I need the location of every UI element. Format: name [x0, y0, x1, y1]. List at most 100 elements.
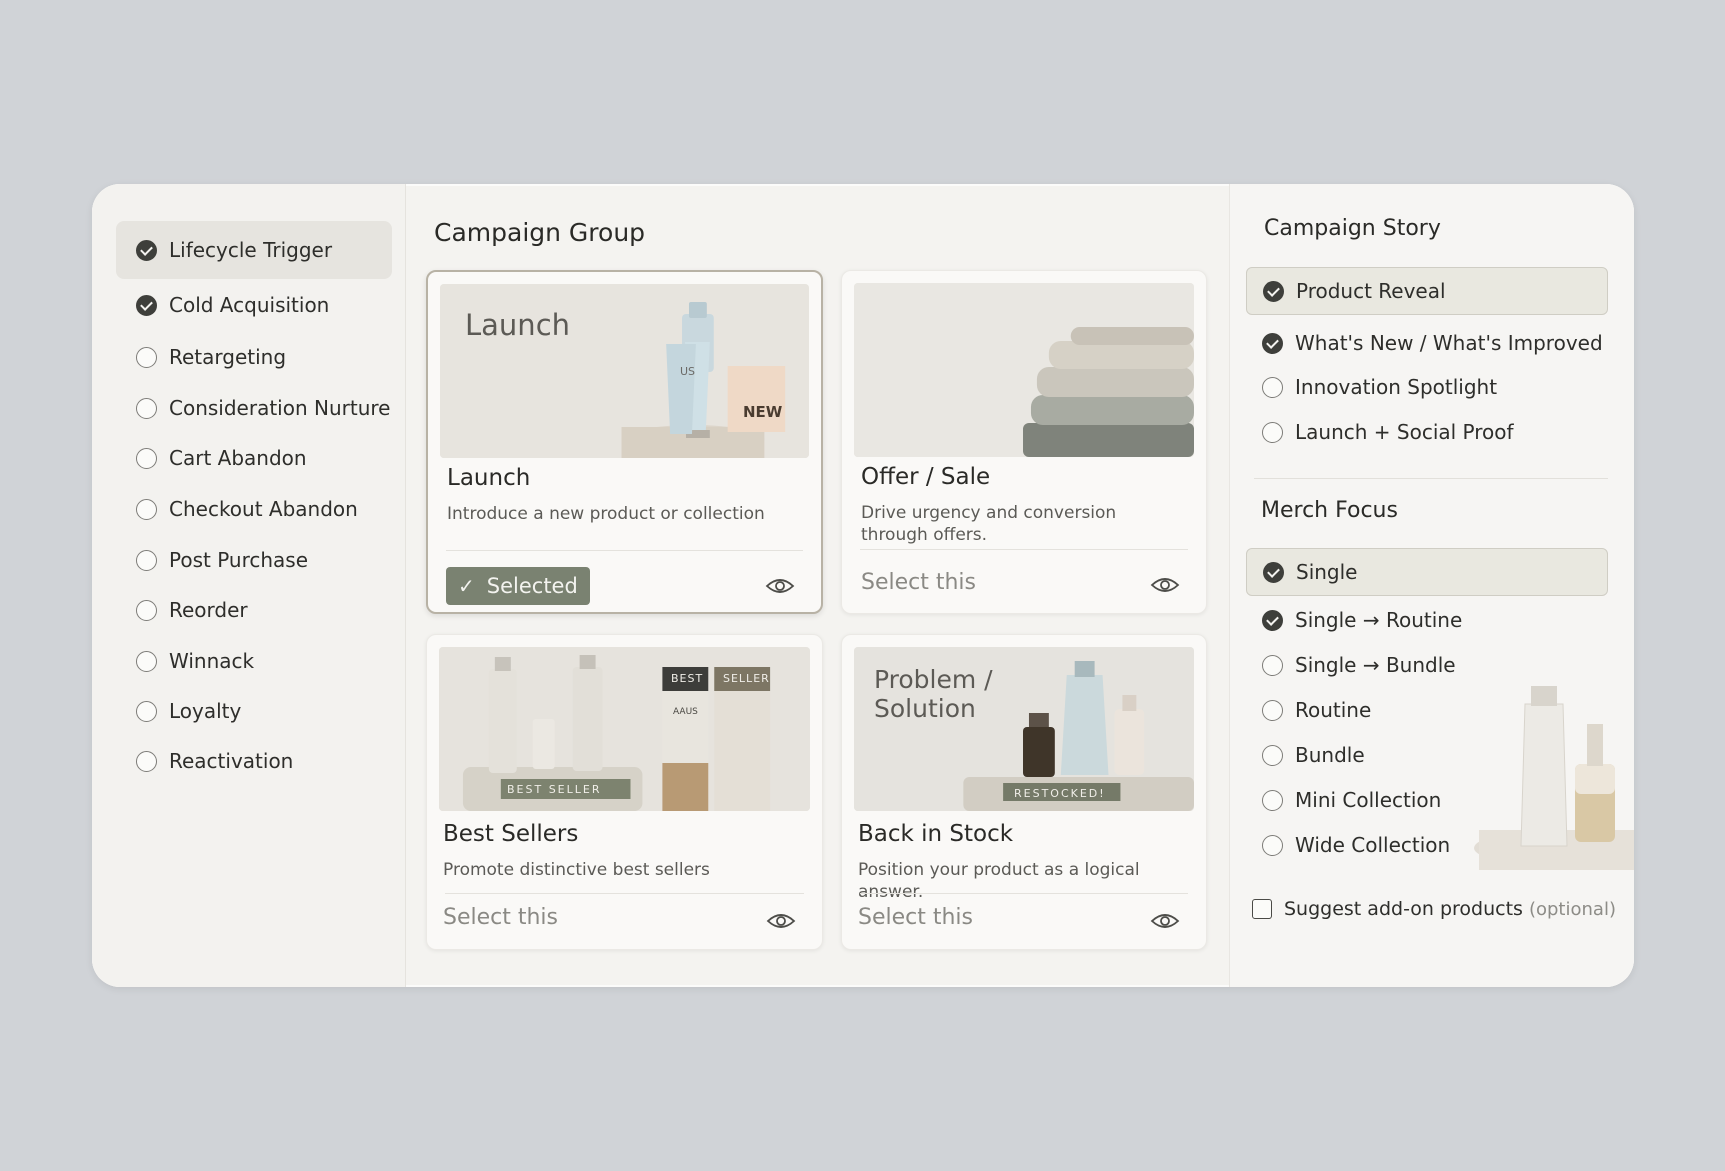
sidebar-item-label: Retargeting	[169, 345, 287, 369]
checkmark-icon: ✓	[458, 574, 475, 598]
selected-button[interactable]: ✓ Selected	[446, 567, 590, 605]
sidebar-item-consideration-nurture[interactable]: Consideration Nurture	[116, 383, 392, 433]
sidebar-item-checkout-abandon[interactable]: Checkout Abandon	[116, 484, 392, 534]
restocked-banner: RESTOCKED!	[1014, 787, 1106, 800]
sidebar-item-winnack[interactable]: Winnack	[116, 636, 392, 686]
selected-label: Selected	[486, 574, 578, 598]
merch-option-wide-collection[interactable]: Wide Collection	[1246, 823, 1608, 867]
story-option-innovation-spotlight[interactable]: Innovation Spotlight	[1246, 365, 1608, 409]
campaign-card-best-sellers[interactable]: BEST SELLER BEST SELLER AAUS Best Seller…	[426, 634, 823, 950]
checked-radio-icon	[1263, 561, 1284, 583]
card-title: Launch	[447, 465, 531, 491]
select-this-link[interactable]: Select this	[443, 905, 558, 930]
checked-radio-icon	[1263, 280, 1284, 302]
new-tag: NEW	[743, 403, 783, 421]
addons-label: Suggest add-on products	[1284, 898, 1523, 920]
select-this-link[interactable]: Select this	[858, 905, 973, 930]
sidebar-item-post-purchase[interactable]: Post Purchase	[116, 535, 392, 585]
sidebar-item-label: Cold Acquisition	[169, 293, 330, 317]
sidebar-item-reactivation[interactable]: Reactivation	[116, 736, 392, 786]
radio-icon	[136, 650, 157, 672]
radio-icon	[136, 700, 157, 722]
campaign-card-offer-sale[interactable]: Offer / Sale Drive urgency and conversio…	[841, 270, 1207, 614]
campaign-story-title: Campaign Story	[1264, 216, 1441, 241]
radio-icon	[1262, 834, 1283, 856]
best-tag: BEST	[671, 672, 704, 685]
option-label: Bundle	[1295, 743, 1365, 767]
optional-hint: (optional)	[1528, 898, 1616, 920]
best-sellers-card-image: BEST SELLER BEST SELLER AAUS	[439, 647, 810, 811]
sidebar-item-label: Reorder	[169, 598, 248, 622]
sidebar-item-label: Lifecycle Trigger	[169, 238, 333, 262]
card-description: Promote distinctive best sellers	[443, 860, 710, 880]
merch-option-mini-collection[interactable]: Mini Collection	[1246, 778, 1608, 822]
eye-icon[interactable]	[1150, 575, 1180, 595]
radio-icon	[136, 750, 157, 772]
aaus-tag: AAUS	[673, 707, 698, 717]
story-option-product-reveal[interactable]: Product Reveal	[1246, 267, 1608, 315]
card-description: Position your product as a logical answe…	[858, 860, 1140, 902]
option-label: Routine	[1295, 698, 1372, 722]
merch-option-single[interactable]: Single	[1246, 548, 1608, 596]
select-this-link[interactable]: Select this	[861, 570, 976, 595]
eye-icon[interactable]	[1150, 911, 1180, 931]
radio-icon	[136, 346, 157, 368]
radio-icon	[136, 498, 157, 520]
sidebar-item-label: Cart Abandon	[169, 446, 307, 470]
option-label: Mini Collection	[1295, 788, 1442, 812]
checked-radio-icon	[136, 239, 157, 261]
card-divider	[860, 549, 1188, 550]
sidebar-item-cart-abandon[interactable]: Cart Abandon	[116, 433, 392, 483]
option-label: Innovation Spotlight	[1295, 375, 1498, 399]
radio-icon	[136, 447, 157, 469]
suggest-addons-checkbox[interactable]: Suggest add-on products (optional)	[1252, 898, 1616, 920]
option-label: Single	[1296, 560, 1358, 584]
best-seller-banner: BEST SELLER	[507, 783, 602, 796]
sidebar-item-reorder[interactable]: Reorder	[116, 585, 392, 635]
card-title: Back in Stock	[858, 821, 1014, 847]
sidebar-item-lifecycle-trigger[interactable]: Lifecycle Trigger	[116, 221, 392, 279]
card-divider	[446, 550, 803, 551]
option-label: Wide Collection	[1295, 833, 1451, 857]
sidebar-item-label: Consideration Nurture	[169, 396, 391, 420]
campaign-group-title: Campaign Group	[434, 218, 646, 247]
card-divider	[445, 893, 804, 894]
seller-tag: SELLER	[723, 672, 770, 685]
checkbox-icon[interactable]	[1252, 899, 1272, 919]
sidebar-item-label: Loyalty	[169, 699, 242, 723]
merch-option-single-routine[interactable]: Single → Routine	[1246, 598, 1608, 642]
option-label: Product Reveal	[1296, 279, 1446, 303]
sidebar-item-label: Checkout Abandon	[169, 497, 358, 521]
story-option-launch-social-proof[interactable]: Launch + Social Proof	[1246, 410, 1608, 454]
checked-radio-icon	[1262, 332, 1283, 354]
eye-icon[interactable]	[765, 576, 795, 596]
launch-card-image: Launch US NEW	[440, 284, 809, 458]
card-description: Introduce a new product or collection	[447, 504, 765, 524]
campaign-card-back-in-stock[interactable]: Problem / Solution RESTOCKED! Back in St…	[841, 634, 1207, 950]
story-and-merch-panel: Campaign Story Product Reveal What's New…	[1229, 184, 1634, 987]
story-option-whats-new[interactable]: What's New / What's Improved	[1246, 321, 1608, 365]
checked-radio-icon	[136, 294, 157, 316]
lifecycle-sidebar: Lifecycle Trigger Cold Acquisition Retar…	[92, 184, 406, 987]
card-description: Drive urgency and conversion through off…	[861, 503, 1117, 545]
option-label: Single → Routine	[1295, 608, 1463, 632]
back-in-stock-card-image: Problem / Solution RESTOCKED!	[854, 647, 1194, 811]
merch-option-bundle[interactable]: Bundle	[1246, 733, 1608, 777]
sidebar-item-retargeting[interactable]: Retargeting	[116, 332, 392, 382]
launch-image-title: Launch	[465, 308, 571, 342]
radio-icon	[1262, 789, 1283, 811]
sidebar-item-label: Post Purchase	[169, 548, 309, 572]
merch-focus-title: Merch Focus	[1261, 498, 1398, 523]
us-tag: US	[680, 365, 696, 378]
radio-icon	[1262, 654, 1283, 676]
eye-icon[interactable]	[766, 911, 796, 931]
sidebar-item-cold-acquisition[interactable]: Cold Acquisition	[116, 280, 392, 330]
merch-option-routine[interactable]: Routine	[1246, 688, 1608, 732]
radio-icon	[1262, 744, 1283, 766]
radio-icon	[1262, 699, 1283, 721]
sidebar-item-label: Reactivation	[169, 749, 294, 773]
merch-option-single-bundle[interactable]: Single → Bundle	[1246, 643, 1608, 687]
campaign-card-launch[interactable]: Launch US NEW Launch Introduce a new pro…	[426, 270, 823, 614]
radio-icon	[1262, 376, 1283, 398]
sidebar-item-loyalty[interactable]: Loyalty	[116, 686, 392, 736]
